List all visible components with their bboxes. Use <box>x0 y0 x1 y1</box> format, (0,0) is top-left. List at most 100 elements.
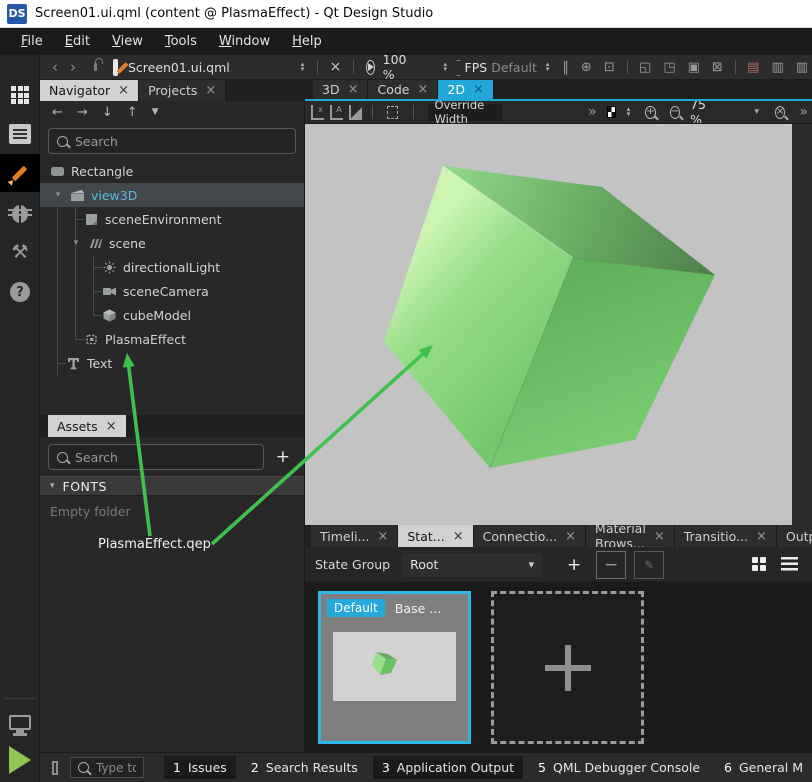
pane-general[interactable]: 6 General M <box>715 756 812 779</box>
locator[interactable] <box>70 757 144 778</box>
background-checker-icon[interactable] <box>607 106 616 118</box>
tree-item-sceneenvironment[interactable]: sceneEnvironment <box>40 207 304 231</box>
zoom-level-label[interactable]: 100 % <box>383 55 407 80</box>
close-icon[interactable]: × <box>473 82 484 97</box>
history-forward-button[interactable]: › <box>66 58 80 76</box>
history-back-button[interactable]: ‹ <box>48 58 62 76</box>
create-component-icon[interactable]: ◱ <box>635 60 655 75</box>
tree-item-directionallight[interactable]: directionalLight <box>40 255 304 279</box>
rename-state-group-button[interactable]: ✎ <box>634 551 664 579</box>
move-down-icon[interactable]: ↓ <box>102 105 113 120</box>
add-state-group-button[interactable]: + <box>560 551 588 579</box>
tree-item-text[interactable]: Text <box>40 351 304 375</box>
close-icon[interactable]: × <box>377 529 388 544</box>
remove-state-group-button[interactable]: − <box>596 551 626 579</box>
fps-value[interactable]: Default <box>491 60 537 75</box>
run-project-button[interactable] <box>0 743 40 777</box>
current-file-label[interactable]: Screen01.ui.qml <box>128 60 230 75</box>
add-state-tile[interactable] <box>491 591 644 744</box>
tree-item-scene[interactable]: ▾ scene <box>40 231 304 255</box>
tab-projects[interactable]: Projects × <box>139 80 226 101</box>
menu-view[interactable]: View <box>101 30 154 53</box>
tab-states[interactable]: Stat... × <box>398 525 473 547</box>
tree-item-cubemodel[interactable]: cubeModel <box>40 303 304 327</box>
zoom-dropdown-icon[interactable]: ▾ <box>754 107 759 117</box>
fonts-section-header[interactable]: ▾ FONTS <box>40 476 304 496</box>
canvas-spinner[interactable]: ▴▾ <box>622 107 636 117</box>
assets-search[interactable] <box>48 444 264 470</box>
tab-output[interactable]: Outp... × <box>777 525 812 547</box>
file-spinner[interactable]: ▴▾ <box>296 62 310 72</box>
fps-spinner[interactable]: ▴▾ <box>541 62 555 72</box>
menu-file[interactable]: File <box>10 30 54 53</box>
tree-item-rectangle[interactable]: Rectangle <box>40 159 304 183</box>
tab-navigator[interactable]: Navigator × <box>40 80 139 101</box>
design-mode-button[interactable] <box>0 154 40 192</box>
overflow-chevron-2[interactable]: » <box>795 104 812 120</box>
extract-component-icon[interactable]: ◳ <box>659 60 679 75</box>
edit-document-icon[interactable] <box>113 59 118 76</box>
default-state-badge[interactable]: Default <box>327 599 385 617</box>
tree-item-plasmaeffect[interactable]: PlasmaEffect <box>40 327 304 351</box>
document-mode-icon[interactable] <box>0 117 40 151</box>
expander-icon[interactable]: ▾ <box>70 238 82 248</box>
close-icon[interactable]: × <box>565 529 576 544</box>
tab-code[interactable]: Code × <box>368 80 438 99</box>
tab-connections[interactable]: Connectio... × <box>474 525 586 547</box>
pane-application-output[interactable]: 3 Application Output <box>373 756 523 779</box>
snap-fill-icon[interactable] <box>349 105 362 120</box>
zoom-spinner[interactable]: ▴▾ <box>439 62 453 72</box>
toggle-panel-icon[interactable] <box>52 761 58 775</box>
close-icon[interactable]: × <box>106 419 117 434</box>
tree-item-scenecamera[interactable]: sceneCamera <box>40 279 304 303</box>
shortcut-hint-icon[interactable]: ▤ <box>743 60 763 75</box>
zoom-fit-icon[interactable]: × <box>775 106 785 119</box>
live-preview-button[interactable] <box>0 705 40 739</box>
close-icon[interactable]: × <box>118 83 129 98</box>
tab-transitions[interactable]: Transitio... × <box>675 525 777 547</box>
zoom-in-icon[interactable]: + <box>645 106 655 119</box>
tab-material-browser[interactable]: Material Brows... × <box>586 525 675 547</box>
close-icon[interactable]: × <box>756 529 767 544</box>
frame-tool-icon[interactable]: ⊡ <box>600 60 619 75</box>
overflow-chevron[interactable]: » <box>584 104 601 120</box>
expander-icon[interactable]: ▾ <box>52 190 64 200</box>
canvas-zoom-label[interactable]: 75 % <box>690 101 712 124</box>
pane-qml-debugger[interactable]: 5 QML Debugger Console <box>529 756 709 779</box>
move-forward-icon[interactable]: → <box>77 105 88 120</box>
state-group-combobox[interactable]: Root ▾ <box>402 553 542 577</box>
bounding-rect-icon[interactable]: ▣ <box>684 60 704 75</box>
tab-3d[interactable]: 3D × <box>313 80 368 99</box>
component-error-icon[interactable]: ⊠ <box>708 60 727 75</box>
navigator-search[interactable] <box>48 128 296 154</box>
tab-assets[interactable]: Assets × <box>48 415 127 437</box>
close-file-button[interactable]: × <box>326 59 346 75</box>
lock-icon[interactable] <box>94 63 97 71</box>
home-grid-icon[interactable] <box>0 78 40 112</box>
move-backward-icon[interactable]: ← <box>52 105 63 120</box>
show-bounds-icon[interactable] <box>387 106 397 119</box>
help-button[interactable]: ? <box>0 275 40 309</box>
tab-timeline[interactable]: Timeli... × <box>311 525 398 547</box>
menu-tools[interactable]: Tools <box>154 30 208 53</box>
tools-mode-button[interactable]: ⚒ <box>0 235 40 269</box>
menu-help[interactable]: Help <box>281 30 333 53</box>
no-snapping-icon[interactable]: x <box>311 105 324 120</box>
menu-window[interactable]: Window <box>208 30 281 53</box>
move-up-icon[interactable]: ↑ <box>127 105 138 120</box>
close-icon[interactable]: × <box>654 529 665 544</box>
locator-input[interactable] <box>96 761 136 775</box>
filter-icon[interactable]: ▼ <box>152 107 159 117</box>
list-view-icon[interactable] <box>781 557 798 572</box>
close-icon[interactable]: × <box>418 82 429 97</box>
state-card-base[interactable]: Default Base ... <box>318 591 471 744</box>
close-icon[interactable]: × <box>453 529 464 544</box>
debug-mode-button[interactable] <box>0 197 40 231</box>
navigator-search-input[interactable] <box>75 134 287 149</box>
stack-list-icon[interactable]: ▥ <box>767 60 787 75</box>
stack-list-icon-2[interactable]: ▥ <box>792 60 812 75</box>
zoom-out-icon[interactable]: − <box>670 106 680 119</box>
thumbnail-view-icon[interactable] <box>752 557 767 572</box>
design-canvas[interactable] <box>305 124 792 525</box>
tree-item-view3d[interactable]: ▾ view3D <box>40 183 304 207</box>
